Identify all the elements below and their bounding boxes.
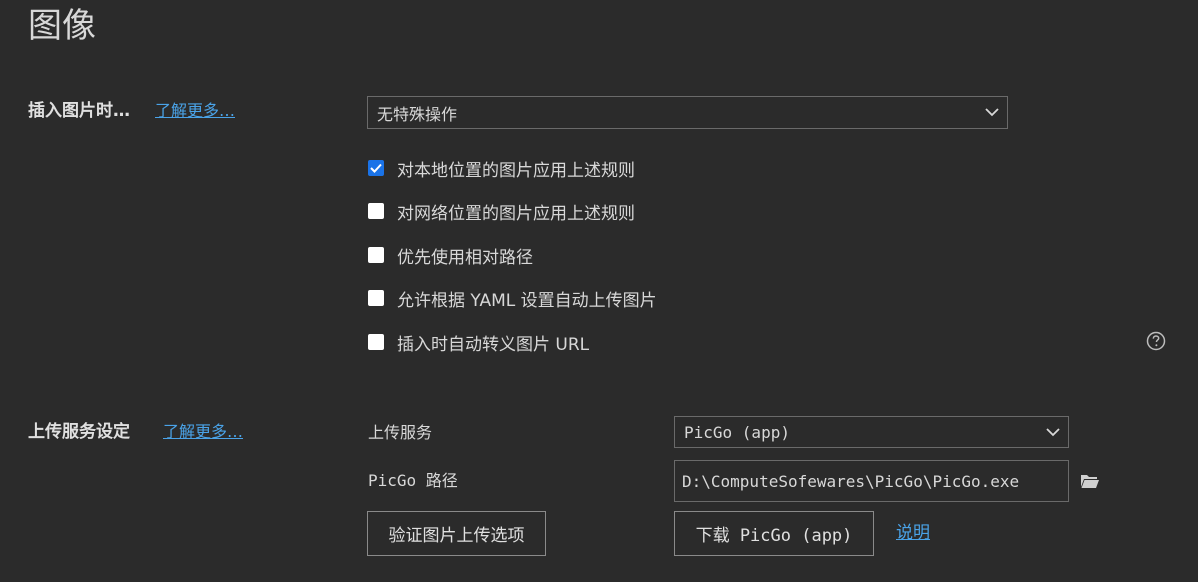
option-label: 对网络位置的图片应用上述规则: [397, 203, 635, 224]
checkbox-yaml-upload[interactable]: [368, 290, 384, 306]
folder-icon[interactable]: [1080, 472, 1100, 490]
upload-service-label: 上传服务: [368, 423, 433, 442]
insert-learn-more-link[interactable]: 了解更多…: [155, 99, 235, 123]
option-apply-network[interactable]: 对网络位置的图片应用上述规则: [368, 199, 635, 224]
upload-section-label: 上传服务设定: [28, 422, 130, 442]
option-apply-local[interactable]: 对本地位置的图片应用上述规则: [368, 156, 635, 181]
upload-service-select-value: PicGo (app): [684, 422, 790, 442]
page-title: 图像: [28, 6, 96, 46]
upload-service-select[interactable]: PicGo (app): [674, 416, 1069, 448]
question-circle-icon[interactable]: [1146, 331, 1166, 351]
check-icon: [370, 163, 382, 173]
upload-learn-more-link[interactable]: 了解更多…: [163, 420, 243, 444]
verify-upload-button[interactable]: 验证图片上传选项: [367, 511, 546, 556]
option-label: 插入时自动转义图片 URL: [397, 334, 590, 355]
chevron-down-icon: [1038, 417, 1068, 447]
insert-action-select[interactable]: 无特殊操作: [367, 96, 1008, 129]
chevron-down-icon: [977, 97, 1007, 128]
explain-link[interactable]: 说明: [896, 521, 930, 545]
option-label: 优先使用相对路径: [397, 247, 533, 268]
image-settings-page: 图像 插入图片时… 了解更多… 无特殊操作 对本地位置的图片应用上述规则 对网络…: [0, 0, 1198, 582]
option-label: 对本地位置的图片应用上述规则: [397, 160, 635, 181]
picgo-path-label: PicGo 路径: [368, 471, 458, 490]
picgo-path-input[interactable]: D:\ComputeSofewares\PicGo\PicGo.exe: [674, 460, 1069, 502]
option-escape-url[interactable]: 插入时自动转义图片 URL: [368, 330, 590, 355]
checkbox-escape-url[interactable]: [368, 334, 384, 350]
insert-action-select-value: 无特殊操作: [377, 104, 458, 124]
option-relative-path[interactable]: 优先使用相对路径: [368, 243, 533, 268]
option-yaml-upload[interactable]: 允许根据 YAML 设置自动上传图片: [368, 286, 657, 311]
checkbox-apply-network[interactable]: [368, 203, 384, 219]
download-picgo-button-label: 下载 PicGo (app): [695, 526, 853, 546]
download-picgo-button[interactable]: 下载 PicGo (app): [674, 511, 874, 556]
checkbox-relative-path[interactable]: [368, 247, 384, 263]
checkbox-apply-local[interactable]: [368, 160, 384, 176]
option-label: 允许根据 YAML 设置自动上传图片: [397, 290, 657, 311]
insert-image-section-label: 插入图片时…: [28, 101, 130, 121]
